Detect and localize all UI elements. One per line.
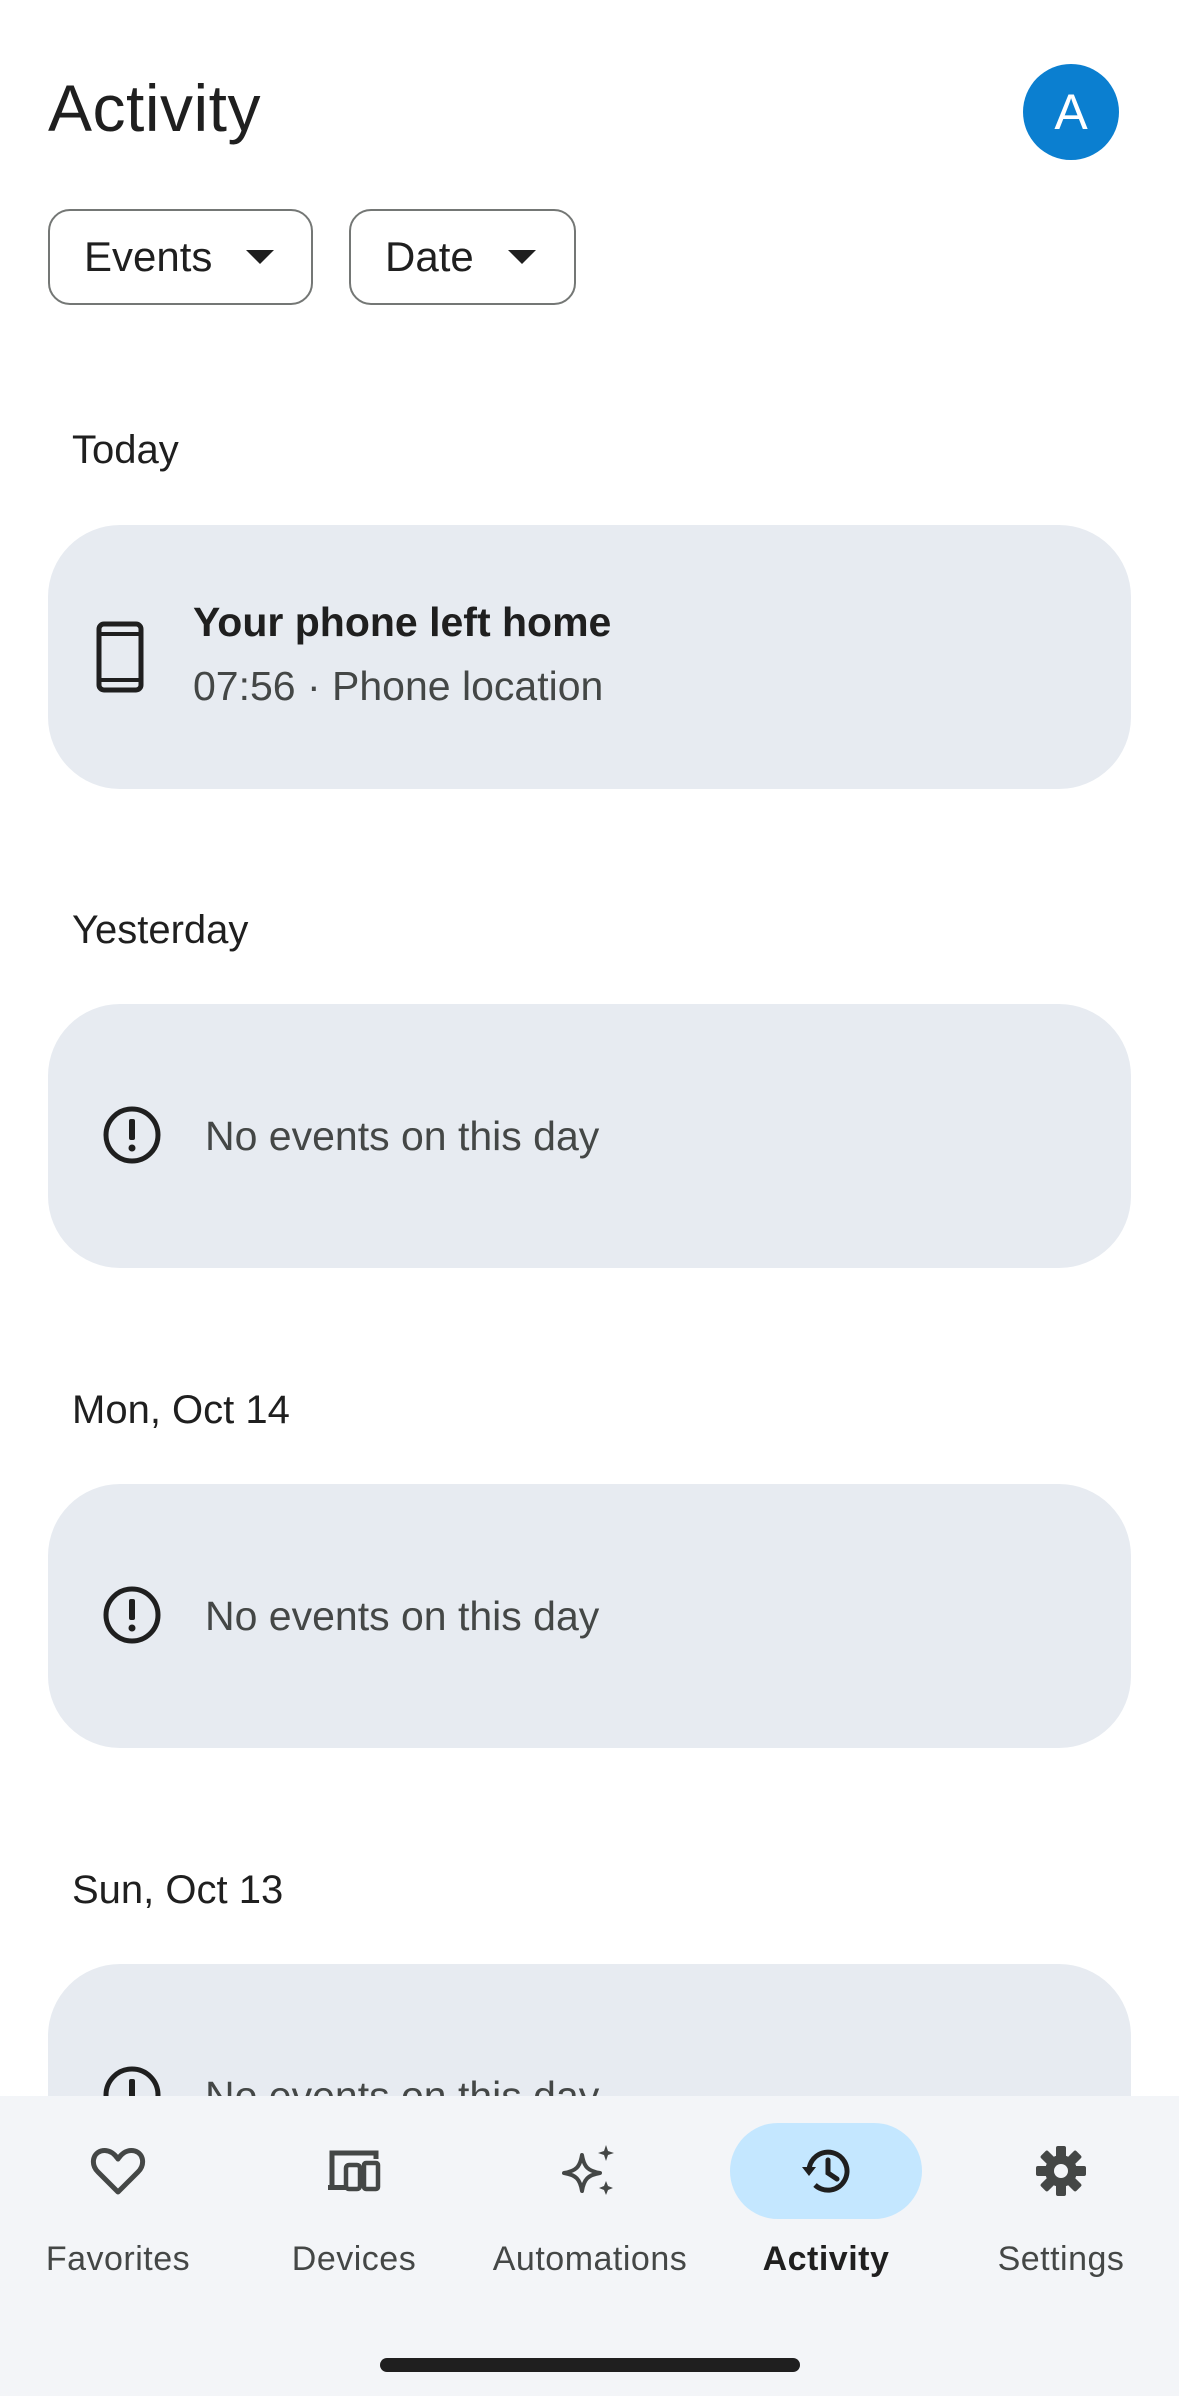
nav-item-automations[interactable]: Automations	[472, 2096, 708, 2296]
gear-icon	[1036, 2146, 1086, 2196]
empty-day-text: No events on this day	[205, 1592, 600, 1639]
section-label-yesterday: Yesterday	[72, 908, 249, 952]
avatar[interactable]: A	[1023, 64, 1119, 160]
section-label-today: Today	[72, 428, 179, 472]
nav-item-activity[interactable]: Activity	[708, 2096, 944, 2296]
empty-day-text: No events on this day	[205, 1112, 600, 1159]
alert-circle-icon	[103, 1586, 161, 1644]
event-card[interactable]: Your phone left home 07:56 · Phone locat…	[48, 525, 1131, 789]
alert-circle-icon	[103, 1106, 161, 1164]
devices-icon	[328, 2150, 381, 2192]
section-label-oct-13: Sun, Oct 13	[72, 1868, 284, 1912]
avatar-letter: A	[1054, 84, 1088, 140]
nav-item-favorites[interactable]: Favorites	[0, 2096, 236, 2296]
nav-label-activity: Activity	[762, 2240, 890, 2278]
nav-item-devices[interactable]: Devices	[236, 2096, 472, 2296]
empty-day-card: No events on this day	[48, 1004, 1131, 1268]
nav-label-devices: Devices	[291, 2240, 417, 2278]
nav-item-settings[interactable]: Settings	[943, 2096, 1179, 2296]
heart-icon	[91, 2148, 145, 2195]
nav-label-favorites: Favorites	[45, 2240, 191, 2278]
sparkle-icon	[562, 2145, 614, 2195]
history-icon	[802, 2149, 850, 2193]
home-indicator[interactable]	[380, 2358, 800, 2372]
events-filter-chip[interactable]: Events	[48, 209, 313, 305]
smartphone-icon	[96, 621, 144, 693]
page-title: Activity	[48, 71, 262, 145]
section-label-oct-14: Mon, Oct 14	[72, 1388, 290, 1432]
date-filter-label: Date	[385, 233, 474, 280]
events-filter-label: Events	[84, 233, 213, 280]
event-title: Your phone left home	[193, 599, 612, 645]
nav-label-automations: Automations	[492, 2240, 688, 2278]
dropdown-arrow-icon	[507, 250, 536, 264]
bottom-navigation-bar: Favorites Devices Automations Activity S…	[0, 2096, 1179, 2396]
nav-label-settings: Settings	[997, 2240, 1125, 2278]
dropdown-arrow-icon	[246, 250, 275, 264]
empty-day-card: No events on this day	[48, 1484, 1131, 1748]
event-detail: 07:56 · Phone location	[193, 663, 604, 709]
date-filter-chip[interactable]: Date	[349, 209, 576, 305]
